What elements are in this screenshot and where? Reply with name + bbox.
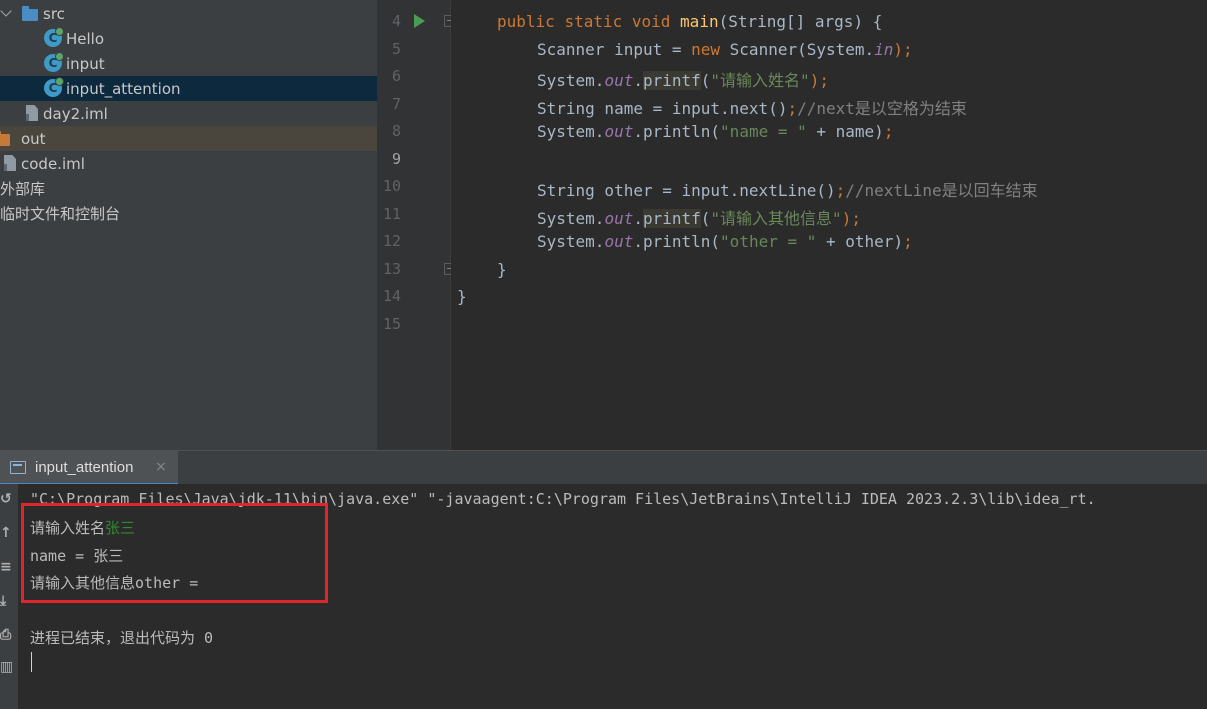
line-number: 13	[382, 260, 401, 278]
printf-highlight: printf	[642, 209, 701, 228]
line-number: 12	[382, 232, 401, 250]
module-file-icon	[4, 155, 16, 171]
tree-item-external-libraries[interactable]: 外部库	[0, 176, 377, 201]
tree-item-scratches[interactable]: 临时文件和控制台	[0, 201, 377, 226]
tree-item-label: input_attention	[66, 79, 181, 98]
run-tab[interactable]: input_attention ×	[0, 451, 178, 485]
code-line-10: String other = input.nextLine();//nextLi…	[537, 181, 1038, 200]
java-class-icon: C	[44, 77, 64, 97]
line-number: 11	[382, 205, 401, 223]
rerun-icon[interactable]: ↺	[0, 492, 12, 506]
run-gutter-icon[interactable]	[414, 14, 425, 28]
tree-item-label: Hello	[66, 29, 105, 48]
line-number: 6	[391, 67, 401, 85]
tree-item-label: 外部库	[0, 180, 46, 198]
line-number: 8	[391, 122, 401, 140]
folder-icon	[22, 6, 38, 21]
code-line-5: Scanner input = new Scanner(System.in);	[537, 40, 913, 59]
code-line-4: public static void main(String[] args) {	[497, 12, 883, 31]
code-line-11: System.out.printf("请输入其他信息");	[537, 209, 861, 228]
line-number-current: 9	[391, 150, 401, 168]
soft-wrap-icon[interactable]: ≡	[0, 560, 12, 574]
trash-icon[interactable]: ▥	[0, 660, 13, 674]
run-toolbar: ↺ ↑ ≡ ⤓ ⎙ ▥	[0, 484, 18, 709]
code-line-7: String name = input.next();//next是以空格为结束	[537, 99, 967, 118]
module-file-icon	[26, 105, 38, 121]
line-number: 5	[391, 40, 401, 58]
chevron-down-icon[interactable]	[0, 5, 12, 17]
tree-item-label: day2.iml	[43, 104, 108, 123]
scroll-up-icon[interactable]: ↑	[0, 526, 12, 540]
tree-item-label: 临时文件和控制台	[0, 205, 121, 223]
console-icon	[10, 461, 26, 474]
code-line-6: System.out.printf("请输入姓名");	[537, 71, 829, 90]
print-icon[interactable]: ⎙	[0, 628, 12, 642]
tree-item-input[interactable]: C input	[0, 51, 377, 76]
java-class-icon: C	[44, 52, 64, 72]
run-tab-label: input_attention	[35, 459, 134, 476]
code-line-8: System.out.println("name = " + name);	[537, 122, 894, 141]
tree-item-label: input	[66, 54, 105, 73]
folder-icon	[0, 131, 10, 146]
text-caret	[31, 652, 32, 672]
code-line-14: }	[457, 287, 467, 306]
annotation-highlight-box	[21, 503, 328, 603]
printf-highlight: printf	[642, 71, 701, 90]
tree-item-label: src	[43, 4, 65, 23]
tree-item-src[interactable]: src	[0, 1, 377, 26]
scroll-to-end-icon[interactable]: ⤓	[0, 594, 12, 608]
tree-item-out[interactable]: out	[0, 126, 377, 151]
line-number: 7	[391, 95, 401, 113]
line-number: 14	[382, 287, 401, 305]
run-tool-window-header: input_attention ×	[0, 450, 1207, 485]
console-exit-line: 进程已结束，退出代码为 0	[30, 629, 214, 647]
line-number: 10	[382, 177, 401, 195]
code-line-13: }	[497, 260, 507, 279]
code-editor[interactable]: public static void main(String[] args) {…	[451, 0, 1207, 450]
tree-item-day2-iml[interactable]: day2.iml	[0, 101, 377, 126]
tree-item-hello[interactable]: C Hello	[0, 26, 377, 51]
tree-item-code-iml[interactable]: code.iml	[0, 151, 377, 176]
line-number: 15	[382, 315, 401, 333]
project-tool-window: src C Hello C input C input_attention da…	[0, 0, 377, 450]
java-class-icon: C	[44, 27, 64, 47]
line-number: 4	[391, 12, 401, 30]
code-line-12: System.out.println("other = " + other);	[537, 232, 913, 251]
tree-item-label: out	[21, 129, 46, 148]
close-icon[interactable]: ×	[155, 459, 167, 475]
tree-item-label: code.iml	[21, 154, 85, 173]
tree-item-input-attention[interactable]: C input_attention	[0, 76, 377, 101]
